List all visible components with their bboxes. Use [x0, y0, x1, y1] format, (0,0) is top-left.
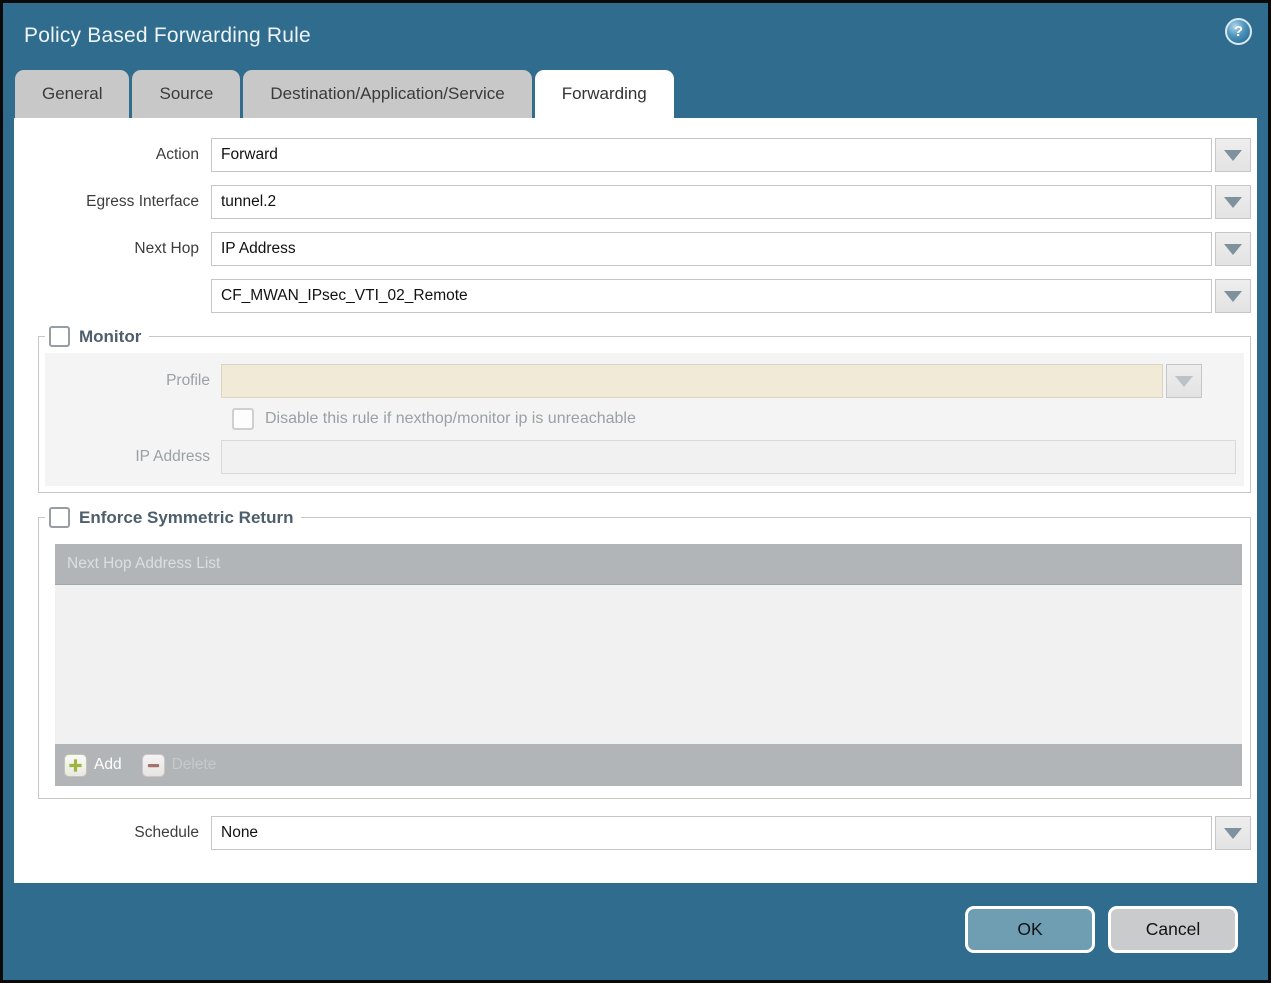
schedule-select[interactable]: None	[211, 816, 1212, 850]
tab-general[interactable]: General	[15, 70, 129, 118]
tab-label: Destination/Application/Service	[270, 84, 504, 104]
cancel-button[interactable]: Cancel	[1108, 906, 1238, 953]
action-row: Action Forward	[14, 138, 1251, 172]
enforce-symmetric-return-section: Enforce Symmetric Return Next Hop Addres…	[38, 507, 1251, 799]
help-glyph: ?	[1234, 23, 1243, 40]
next-hop-address-value: CF_MWAN_IPsec_VTI_02_Remote	[221, 287, 468, 305]
schedule-label: Schedule	[14, 824, 211, 842]
chevron-down-icon	[1224, 828, 1242, 839]
action-dropdown-button[interactable]	[1215, 138, 1251, 172]
profile-select	[221, 364, 1163, 398]
policy-based-forwarding-dialog: Policy Based Forwarding Rule ? General S…	[0, 0, 1271, 983]
dialog-footer: OK Cancel	[6, 883, 1265, 977]
monitor-caption: Monitor	[79, 327, 141, 347]
disable-rule-label: Disable this rule if nexthop/monitor ip …	[265, 410, 636, 428]
tab-label: General	[42, 84, 102, 104]
tab-forwarding[interactable]: Forwarding	[535, 70, 674, 118]
next-hop-type-dropdown-button[interactable]	[1215, 232, 1251, 266]
next-hop-address-list-table: Next Hop Address List Add Delete	[55, 544, 1242, 786]
minus-icon	[142, 754, 165, 777]
next-hop-address-dropdown-button[interactable]	[1215, 279, 1251, 313]
chevron-down-icon	[1224, 291, 1242, 302]
monitor-ip-row: IP Address	[45, 440, 1240, 474]
action-value: Forward	[221, 146, 278, 164]
add-button[interactable]: Add	[64, 754, 122, 777]
egress-interface-dropdown-button[interactable]	[1215, 185, 1251, 219]
schedule-dropdown-button[interactable]	[1215, 816, 1251, 850]
tab-bar: General Source Destination/Application/S…	[3, 69, 1268, 118]
next-hop-address-list-footer: Add Delete	[55, 744, 1242, 786]
schedule-row: Schedule None	[14, 816, 1251, 850]
tab-content-forwarding: Action Forward Egress Interface tunnel.2	[14, 118, 1257, 886]
next-hop-address-list-header: Next Hop Address List	[55, 544, 1242, 585]
delete-button-label: Delete	[172, 756, 217, 774]
profile-label: Profile	[45, 372, 221, 390]
dialog-titlebar: Policy Based Forwarding Rule ?	[3, 3, 1268, 69]
monitor-checkbox[interactable]	[49, 326, 70, 347]
plus-icon	[64, 754, 87, 777]
egress-interface-select[interactable]: tunnel.2	[211, 185, 1212, 219]
egress-interface-row: Egress Interface tunnel.2	[14, 185, 1251, 219]
next-hop-address-list-body	[55, 585, 1242, 744]
disable-rule-row: Disable this rule if nexthop/monitor ip …	[232, 408, 1240, 430]
action-select[interactable]: Forward	[211, 138, 1212, 172]
help-icon[interactable]: ?	[1225, 18, 1252, 45]
next-hop-address-list-header-label: Next Hop Address List	[67, 555, 220, 573]
chevron-down-icon	[1224, 244, 1242, 255]
monitor-ip-label: IP Address	[45, 448, 221, 466]
next-hop-row: Next Hop IP Address	[14, 232, 1251, 266]
tab-label: Forwarding	[562, 84, 647, 104]
monitor-section: Monitor Profile Disable	[38, 326, 1251, 493]
ok-button[interactable]: OK	[965, 906, 1095, 953]
disable-rule-checkbox	[232, 408, 254, 430]
monitor-ip-input	[221, 440, 1236, 474]
tab-source[interactable]: Source	[132, 70, 240, 118]
egress-interface-value: tunnel.2	[221, 193, 276, 211]
chevron-down-icon	[1224, 150, 1242, 161]
enforce-symmetric-return-checkbox[interactable]	[49, 507, 70, 528]
next-hop-address-select[interactable]: CF_MWAN_IPsec_VTI_02_Remote	[211, 279, 1212, 313]
monitor-legend: Monitor	[45, 326, 149, 347]
next-hop-type-value: IP Address	[221, 240, 296, 258]
dialog-title: Policy Based Forwarding Rule	[24, 24, 311, 48]
enforce-symmetric-return-legend: Enforce Symmetric Return	[45, 507, 301, 528]
profile-dropdown-button	[1166, 364, 1202, 398]
enforce-symmetric-return-caption: Enforce Symmetric Return	[79, 508, 293, 528]
next-hop-type-select[interactable]: IP Address	[211, 232, 1212, 266]
delete-button: Delete	[142, 754, 217, 777]
next-hop-label: Next Hop	[14, 240, 211, 258]
add-button-label: Add	[94, 756, 122, 774]
action-label: Action	[14, 146, 211, 164]
egress-interface-label: Egress Interface	[14, 193, 211, 211]
tab-label: Source	[159, 84, 213, 104]
chevron-down-icon	[1175, 376, 1193, 387]
next-hop-address-row: CF_MWAN_IPsec_VTI_02_Remote	[14, 279, 1251, 313]
chevron-down-icon	[1224, 197, 1242, 208]
tab-destination-application-service[interactable]: Destination/Application/Service	[243, 70, 531, 118]
schedule-value: None	[221, 824, 258, 842]
monitor-panel: Profile Disable this rule if nexthop/mon…	[45, 353, 1244, 486]
profile-row: Profile	[45, 364, 1240, 398]
